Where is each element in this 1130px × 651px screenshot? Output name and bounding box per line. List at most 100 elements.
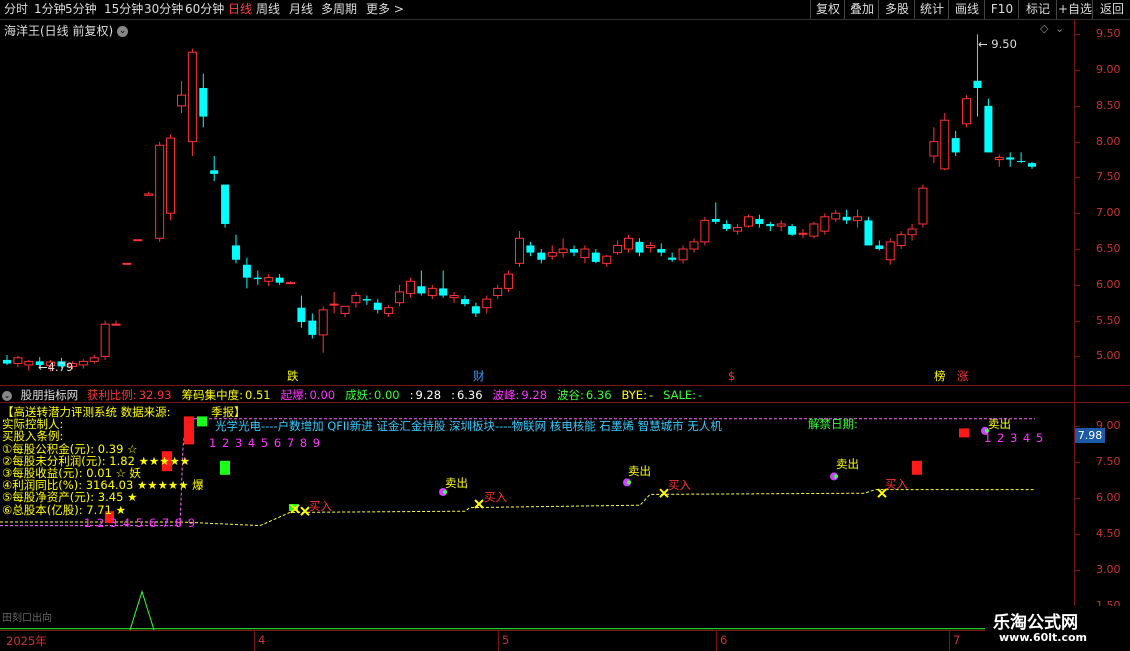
indicator-axis-label[interactable]: 7.50 <box>1096 455 1121 468</box>
candle[interactable] <box>1017 152 1026 164</box>
candle[interactable] <box>896 231 906 250</box>
candle[interactable] <box>373 299 382 314</box>
price-label[interactable]: 9.50 <box>1096 27 1121 40</box>
price-label[interactable]: 9.00 <box>1096 63 1121 76</box>
candle[interactable] <box>221 184 230 228</box>
price-label[interactable]: 6.00 <box>1096 278 1121 291</box>
candlestick-chart[interactable] <box>0 20 1074 385</box>
candle[interactable] <box>187 48 197 156</box>
candle[interactable] <box>842 209 851 224</box>
price-label[interactable]: 8.00 <box>1096 135 1121 148</box>
price-tick[interactable] <box>1075 141 1080 143</box>
fundamental-line-8[interactable]: ⑥总股本(亿股): 7.71 ★ <box>2 503 126 517</box>
price-label[interactable]: 5.50 <box>1096 314 1121 327</box>
candle[interactable] <box>210 155 219 182</box>
date-tick[interactable] <box>254 631 255 651</box>
candle[interactable] <box>580 245 590 264</box>
toolbar-button-8[interactable]: 返回 <box>1092 0 1130 19</box>
price-tick[interactable] <box>1075 177 1080 179</box>
candle[interactable] <box>788 223 797 237</box>
date-label-3[interactable]: 6 <box>720 633 727 647</box>
toolbar-button-3[interactable]: 统计 <box>914 0 949 19</box>
period-tab-8[interactable]: 月线 <box>289 2 313 17</box>
candle[interactable] <box>1006 152 1015 167</box>
candle[interactable] <box>951 130 960 156</box>
price-tick[interactable] <box>1075 105 1080 107</box>
period-tab-6[interactable]: 日线 <box>228 2 252 17</box>
candle[interactable] <box>449 291 459 303</box>
price-tick[interactable] <box>1075 70 1080 72</box>
candle[interactable] <box>994 154 1004 167</box>
indicator-tick[interactable] <box>1075 498 1080 499</box>
period-tab-10[interactable]: 更多 > <box>366 2 404 17</box>
candle[interactable] <box>743 214 753 228</box>
period-tab-4[interactable]: 30分钟 <box>144 2 183 17</box>
candle[interactable] <box>645 241 655 253</box>
toolbar-button-0[interactable]: 复权 <box>810 0 845 19</box>
candle[interactable] <box>231 234 240 264</box>
candle[interactable] <box>984 98 993 153</box>
candle[interactable] <box>722 220 731 232</box>
candle[interactable] <box>885 238 895 265</box>
candle[interactable] <box>918 184 928 228</box>
period-tab-0[interactable]: 分时 <box>4 2 28 17</box>
candle[interactable] <box>286 281 296 285</box>
candle[interactable] <box>962 95 972 128</box>
event-label-3[interactable]: 榜 <box>934 370 946 383</box>
candle[interactable] <box>929 127 939 164</box>
candle[interactable] <box>504 270 514 292</box>
candle[interactable] <box>831 209 841 222</box>
candle[interactable] <box>275 274 284 285</box>
date-tick[interactable] <box>498 631 499 651</box>
indicator-axis-label[interactable]: 6.00 <box>1096 491 1121 504</box>
toolbar-button-2[interactable]: 多股 <box>878 0 915 19</box>
candle[interactable] <box>853 209 863 228</box>
candle[interactable] <box>318 306 328 353</box>
candle[interactable] <box>384 304 394 318</box>
price-label[interactable]: 7.00 <box>1096 206 1121 219</box>
period-tab-1[interactable]: 1分钟 <box>34 2 66 17</box>
price-tick[interactable] <box>1075 284 1080 286</box>
indicator-tick[interactable] <box>1075 534 1080 535</box>
candle[interactable] <box>820 213 830 235</box>
candle[interactable] <box>122 262 132 265</box>
indicator-tick[interactable] <box>1075 426 1080 427</box>
candle[interactable] <box>340 305 350 318</box>
candle[interactable] <box>733 223 743 235</box>
candle[interactable] <box>558 238 568 258</box>
candle[interactable] <box>809 221 819 239</box>
candle[interactable] <box>308 313 317 339</box>
candle[interactable] <box>875 240 884 251</box>
candle[interactable] <box>613 240 623 255</box>
candle[interactable] <box>591 249 600 264</box>
candle[interactable] <box>1028 161 1036 169</box>
candle[interactable] <box>89 354 99 364</box>
indicator-name[interactable]: 股朋指标网 <box>21 388 79 402</box>
candle[interactable] <box>427 284 437 300</box>
candle[interactable] <box>471 302 480 318</box>
candle[interactable] <box>668 252 677 262</box>
candle[interactable] <box>439 270 448 298</box>
candle[interactable] <box>242 257 251 289</box>
candle[interactable] <box>460 295 469 307</box>
candle[interactable] <box>482 295 492 314</box>
candle[interactable] <box>776 220 786 232</box>
candle[interactable] <box>635 238 644 257</box>
toolbar-button-4[interactable]: 画线 <box>948 0 985 19</box>
period-tab-9[interactable]: 多周期 <box>321 2 357 17</box>
period-tab-2[interactable]: 5分钟 <box>65 2 97 17</box>
period-tab-5[interactable]: 60分钟 <box>185 2 224 17</box>
candle[interactable] <box>624 234 634 253</box>
candle[interactable] <box>907 223 917 241</box>
candle[interactable] <box>700 216 710 246</box>
candle[interactable] <box>13 355 23 368</box>
candle[interactable] <box>351 291 361 308</box>
candle[interactable] <box>515 231 524 267</box>
price-tick[interactable] <box>1075 213 1080 215</box>
candle[interactable] <box>570 245 579 257</box>
price-tick[interactable] <box>1075 34 1080 36</box>
candle[interactable] <box>405 277 415 298</box>
toolbar-button-6[interactable]: 标记 <box>1018 0 1057 19</box>
candle[interactable] <box>755 214 764 228</box>
date-tick[interactable] <box>949 631 950 651</box>
